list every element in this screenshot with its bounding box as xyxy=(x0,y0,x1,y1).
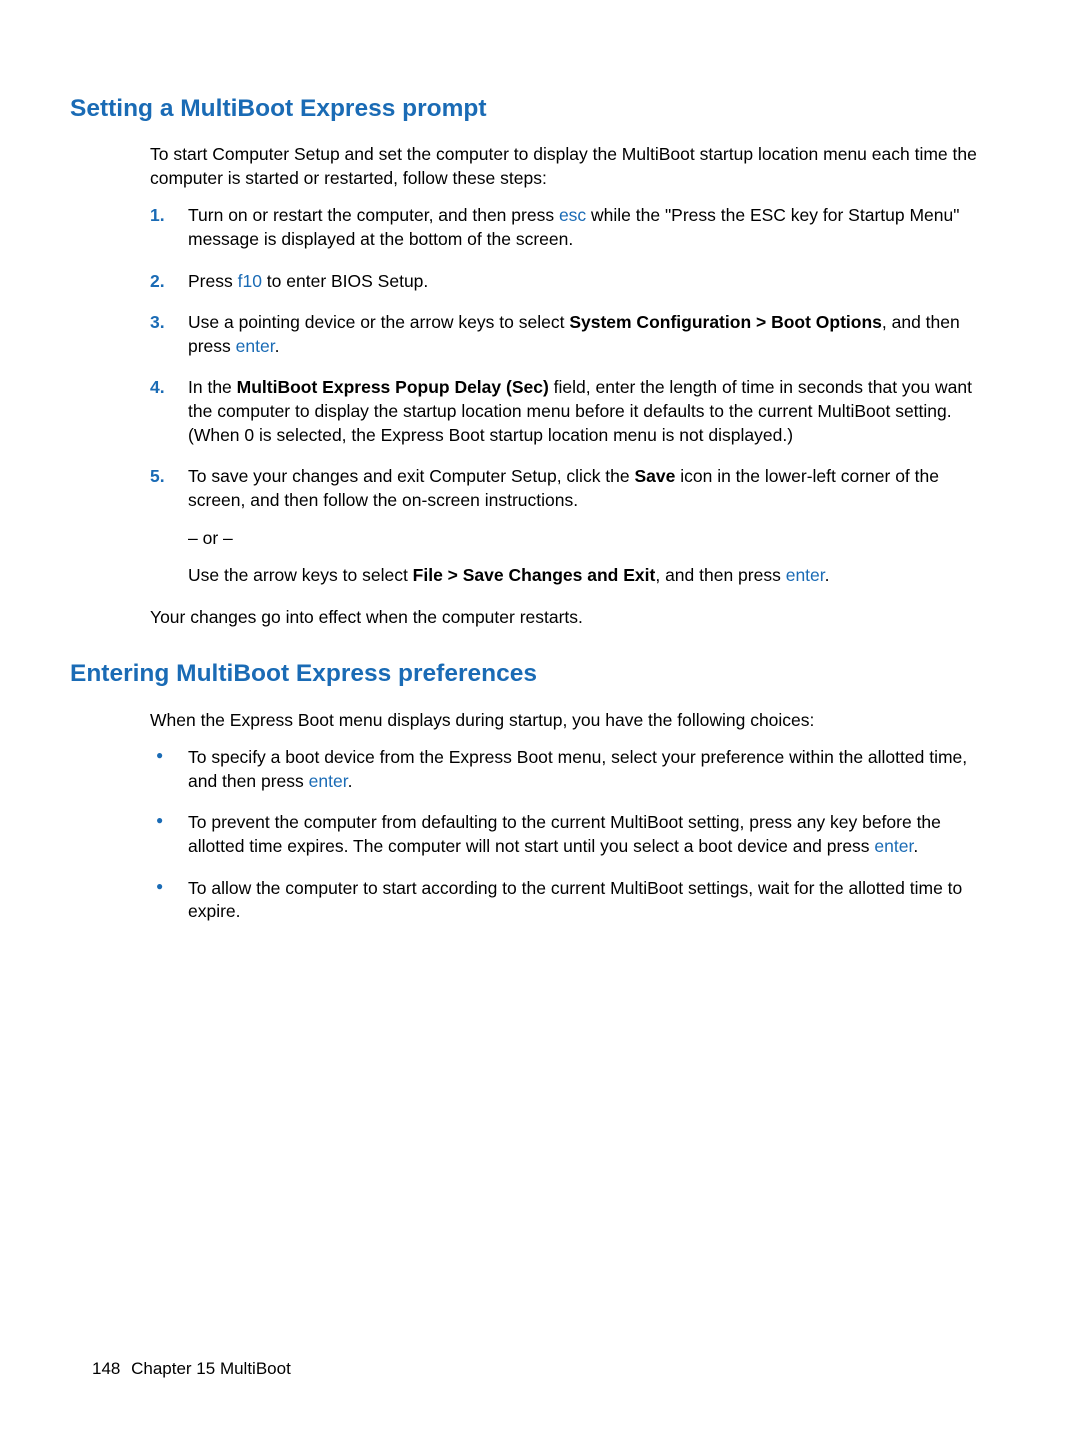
step-text: . xyxy=(825,565,830,585)
key-f10: f10 xyxy=(238,271,262,291)
chapter-label: Chapter 15 MultiBoot xyxy=(131,1359,291,1378)
section2-bullet-list: To specify a boot device from the Expres… xyxy=(150,746,988,924)
key-enter: enter xyxy=(236,336,275,356)
step-3: 3. Use a pointing device or the arrow ke… xyxy=(150,311,988,358)
section1-intro: To start Computer Setup and set the comp… xyxy=(150,143,988,190)
section-heading-setting-prompt: Setting a MultiBoot Express prompt xyxy=(70,92,988,125)
step-number: 2. xyxy=(150,270,165,294)
or-separator: – or – xyxy=(188,527,988,551)
key-enter: enter xyxy=(309,771,348,791)
bullet-text: . xyxy=(348,771,353,791)
menu-path: System Configuration > Boot Options xyxy=(569,312,882,332)
page-number: 148 xyxy=(92,1359,120,1378)
bullet-text: . xyxy=(913,836,918,856)
bullet-text: To specify a boot device from the Expres… xyxy=(188,747,967,791)
section-heading-entering-prefs: Entering MultiBoot Express preferences xyxy=(70,657,988,690)
icon-name: Save xyxy=(635,466,676,486)
key-esc: esc xyxy=(559,205,586,225)
step-number: 1. xyxy=(150,204,165,228)
step-text: Use the arrow keys to select xyxy=(188,565,413,585)
section1-closing: Your changes go into effect when the com… xyxy=(150,606,988,630)
bullet-text: To prevent the computer from defaulting … xyxy=(188,812,941,856)
bullet-3: To allow the computer to start according… xyxy=(150,877,988,924)
key-enter: enter xyxy=(786,565,825,585)
key-enter: enter xyxy=(874,836,913,856)
step-number: 5. xyxy=(150,465,165,489)
page-footer: 148 Chapter 15 MultiBoot xyxy=(92,1358,291,1381)
step-number: 4. xyxy=(150,376,165,400)
menu-path: File > Save Changes and Exit xyxy=(413,565,656,585)
step-text: to enter BIOS Setup. xyxy=(262,271,428,291)
step-text: Turn on or restart the computer, and the… xyxy=(188,205,559,225)
step-number: 3. xyxy=(150,311,165,335)
section1-ordered-list: 1. Turn on or restart the computer, and … xyxy=(150,204,988,588)
step-text: Use a pointing device or the arrow keys … xyxy=(188,312,569,332)
step-text: , and then press xyxy=(655,565,785,585)
field-name: MultiBoot Express Popup Delay (Sec) xyxy=(237,377,549,397)
section2-intro: When the Express Boot menu displays duri… xyxy=(150,709,988,733)
bullet-text: To allow the computer to start according… xyxy=(188,878,962,922)
bullet-2: To prevent the computer from defaulting … xyxy=(150,811,988,858)
step-2: 2. Press f10 to enter BIOS Setup. xyxy=(150,270,988,294)
step-5: 5. To save your changes and exit Compute… xyxy=(150,465,988,588)
step-1: 1. Turn on or restart the computer, and … xyxy=(150,204,988,251)
step-4: 4. In the MultiBoot Express Popup Delay … xyxy=(150,376,988,447)
step-text: . xyxy=(275,336,280,356)
bullet-1: To specify a boot device from the Expres… xyxy=(150,746,988,793)
step-text: To save your changes and exit Computer S… xyxy=(188,466,635,486)
step-5-alt: Use the arrow keys to select File > Save… xyxy=(188,564,988,588)
step-text: Press xyxy=(188,271,238,291)
step-text: In the xyxy=(188,377,237,397)
